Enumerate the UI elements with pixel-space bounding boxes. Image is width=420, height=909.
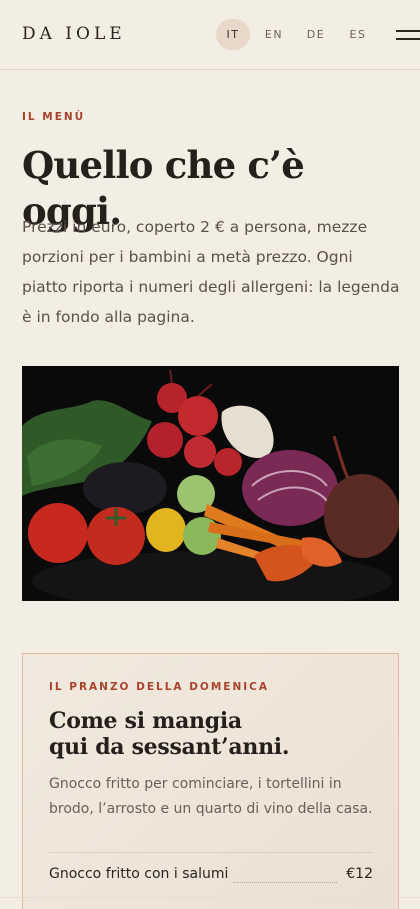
card-title-line-1: Come si mangia (49, 708, 242, 734)
page-bottom-divider (0, 897, 420, 898)
menu-item-leader (233, 882, 337, 883)
menu-item-price: €12 (346, 866, 373, 882)
card-title: Come si mangia qui da sessant’anni. (49, 708, 379, 760)
brand-logo[interactable]: DA IOLE (22, 24, 126, 44)
sunday-lunch-card: IL PRANZO DELLA DOMENICA Come si mangia … (22, 653, 399, 909)
lang-es[interactable]: ES (341, 19, 375, 50)
lang-de[interactable]: DE (299, 19, 333, 50)
section-eyebrow: IL MENÙ (22, 111, 86, 123)
lang-it[interactable]: IT (216, 19, 250, 50)
vegetables-photo (22, 366, 399, 601)
site-header: DA IOLE IT EN DE ES (0, 0, 420, 70)
hamburger-icon[interactable] (396, 28, 420, 42)
intro-text: Prezzi in euro, coperto 2 € a persona, m… (22, 218, 400, 326)
card-title-line-2: qui da sessant’anni. (49, 734, 290, 760)
menu-item-name: Gnocco fritto con i salumi (49, 866, 229, 882)
menu-item: Gnocco fritto con i salumi €12 (49, 866, 373, 888)
card-eyebrow: IL PRANZO DELLA DOMENICA (49, 681, 269, 693)
card-description: Gnocco fritto per cominciare, i tortelli… (49, 776, 373, 817)
lang-en[interactable]: EN (257, 19, 291, 50)
card-divider (49, 852, 373, 853)
